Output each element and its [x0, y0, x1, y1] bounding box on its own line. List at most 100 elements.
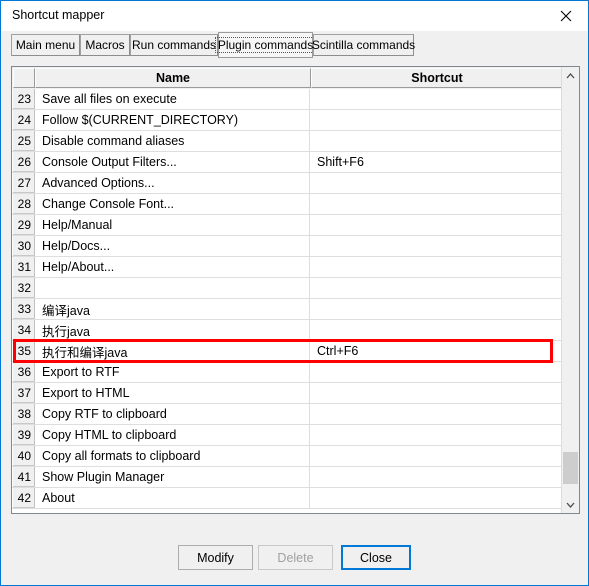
row-shortcut[interactable] — [311, 383, 562, 403]
row-index: 35 — [13, 341, 35, 361]
table-row[interactable]: 24 Follow $(CURRENT_DIRECTORY) — [12, 110, 563, 131]
row-name[interactable]: 执行java — [36, 320, 310, 340]
row-shortcut[interactable] — [311, 362, 562, 382]
column-header-shortcut[interactable]: Shortcut — [311, 68, 563, 88]
tab-macros[interactable]: Macros — [80, 34, 130, 56]
row-shortcut[interactable] — [311, 488, 562, 508]
row-name[interactable]: Help/Manual — [36, 215, 310, 235]
row-shortcut[interactable] — [311, 425, 562, 445]
row-shortcut[interactable] — [311, 215, 562, 235]
table-row[interactable]: 39 Copy HTML to clipboard — [12, 425, 563, 446]
row-shortcut[interactable] — [311, 446, 562, 466]
table-row[interactable]: 42 About — [12, 488, 563, 509]
row-index: 26 — [13, 152, 35, 172]
row-index: 33 — [13, 299, 35, 319]
row-index: 32 — [13, 278, 35, 298]
row-shortcut[interactable] — [311, 278, 562, 298]
row-shortcut[interactable] — [311, 299, 562, 319]
column-header-name[interactable]: Name — [35, 68, 311, 88]
table-row[interactable]: 33 编译java — [12, 299, 563, 320]
row-shortcut[interactable] — [311, 89, 562, 109]
column-header-index[interactable] — [13, 68, 35, 88]
row-index: 36 — [13, 362, 35, 382]
table-row[interactable]: 35 执行和编译java Ctrl+F6 — [12, 341, 563, 362]
row-shortcut[interactable] — [311, 173, 562, 193]
row-name[interactable]: Follow $(CURRENT_DIRECTORY) — [36, 110, 310, 130]
row-name[interactable]: Export to HTML — [36, 383, 310, 403]
vertical-scrollbar[interactable] — [561, 67, 579, 513]
tab-label: Main menu — [15, 38, 76, 52]
table-row[interactable]: 37 Export to HTML — [12, 383, 563, 404]
row-index: 34 — [13, 320, 35, 340]
tab-run-commands[interactable]: Run commands — [130, 34, 218, 56]
row-shortcut[interactable] — [311, 320, 562, 340]
close-icon — [560, 10, 572, 22]
title-bar: Shortcut mapper — [1, 1, 588, 31]
row-name[interactable] — [36, 278, 310, 298]
row-shortcut[interactable]: Ctrl+F6 — [311, 341, 562, 361]
shortcut-list[interactable]: Name Shortcut 23 Save all files on execut… — [11, 66, 580, 514]
table-row[interactable]: 36 Export to RTF — [12, 362, 563, 383]
tab-label: Macros — [85, 38, 125, 52]
table-row[interactable]: 30 Help/Docs... — [12, 236, 563, 257]
tab-label: Plugin commands — [214, 37, 317, 53]
row-name[interactable]: About — [36, 488, 310, 508]
table-row[interactable]: 34 执行java — [12, 320, 563, 341]
row-shortcut[interactable] — [311, 131, 562, 151]
table-row[interactable]: 32 — [12, 278, 563, 299]
tab-main-menu[interactable]: Main menu — [11, 34, 80, 56]
table-row[interactable]: 38 Copy RTF to clipboard — [12, 404, 563, 425]
row-shortcut[interactable] — [311, 467, 562, 487]
row-name[interactable]: Console Output Filters... — [36, 152, 310, 172]
scrollbar-thumb[interactable] — [563, 452, 578, 484]
list-rows: 23 Save all files on execute 24 Follow $(CU… — [12, 89, 563, 509]
table-row[interactable]: 26 Console Output Filters... Shift+F6 — [12, 152, 563, 173]
row-name[interactable]: Export to RTF — [36, 362, 310, 382]
tab-label: Scintilla commands — [311, 38, 416, 52]
close-window-button[interactable] — [543, 1, 588, 30]
table-row[interactable]: 31 Help/About... — [12, 257, 563, 278]
row-name[interactable]: 执行和编译java — [36, 341, 310, 361]
table-row[interactable]: 27 Advanced Options... — [12, 173, 563, 194]
tab-plugin-commands[interactable]: Plugin commands — [214, 32, 317, 58]
row-shortcut[interactable]: Shift+F6 — [311, 152, 562, 172]
row-name[interactable]: Change Console Font... — [36, 194, 310, 214]
row-name[interactable]: Copy HTML to clipboard — [36, 425, 310, 445]
row-index: 31 — [13, 257, 35, 277]
table-row[interactable]: 41 Show Plugin Manager — [12, 467, 563, 488]
chevron-down-icon[interactable] — [562, 496, 579, 513]
row-shortcut[interactable] — [311, 110, 562, 130]
table-row[interactable]: 23 Save all files on execute — [12, 89, 563, 110]
row-shortcut[interactable] — [311, 194, 562, 214]
table-row[interactable]: 28 Change Console Font... — [12, 194, 563, 215]
tab-scintilla-commands[interactable]: Scintilla commands — [311, 34, 416, 56]
row-index: 27 — [13, 173, 35, 193]
row-name[interactable]: Disable command aliases — [36, 131, 310, 151]
row-name[interactable]: Advanced Options... — [36, 173, 310, 193]
row-name[interactable]: Copy all formats to clipboard — [36, 446, 310, 466]
row-shortcut[interactable] — [311, 257, 562, 277]
row-name[interactable]: Help/Docs... — [36, 236, 310, 256]
row-index: 30 — [13, 236, 35, 256]
table-row[interactable]: 40 Copy all formats to clipboard — [12, 446, 563, 467]
row-index: 39 — [13, 425, 35, 445]
table-row[interactable]: 25 Disable command aliases — [12, 131, 563, 152]
row-name[interactable]: Show Plugin Manager — [36, 467, 310, 487]
modify-button[interactable]: Modify — [178, 545, 253, 570]
row-name[interactable]: Help/About... — [36, 257, 310, 277]
delete-button: Delete — [258, 545, 333, 570]
row-index: 29 — [13, 215, 35, 235]
row-name[interactable]: 编译java — [36, 299, 310, 319]
tab-strip: Main menu Macros Run commands Plugin com… — [1, 31, 588, 61]
row-name[interactable]: Save all files on execute — [36, 89, 310, 109]
list-header: Name Shortcut — [12, 67, 579, 90]
chevron-up-icon[interactable] — [562, 67, 579, 84]
row-index: 42 — [13, 488, 35, 508]
row-name[interactable]: Copy RTF to clipboard — [36, 404, 310, 424]
row-shortcut[interactable] — [311, 404, 562, 424]
shortcut-mapper-dialog: Shortcut mapper Main menu Macros Run com… — [0, 0, 589, 586]
close-button[interactable]: Close — [341, 545, 411, 570]
table-row[interactable]: 29 Help/Manual — [12, 215, 563, 236]
row-shortcut[interactable] — [311, 236, 562, 256]
row-index: 25 — [13, 131, 35, 151]
